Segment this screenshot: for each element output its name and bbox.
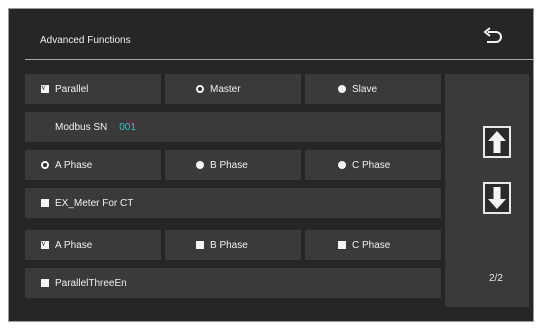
modbus-sn-value[interactable]: 001 — [119, 122, 136, 133]
header-divider — [25, 59, 533, 60]
master-radio[interactable]: Master — [165, 74, 301, 104]
radio-selected-icon — [196, 85, 204, 93]
checkbox-unchecked-icon — [41, 279, 49, 287]
ct-c-label: C Phase — [352, 239, 391, 251]
phase-a-label: A Phase — [55, 159, 93, 171]
parallel-three-en-checkbox[interactable]: ParallelThreeEn — [25, 268, 441, 298]
phase-c-label: C Phase — [352, 159, 391, 171]
ct-b-checkbox[interactable]: B Phase — [165, 230, 301, 260]
arrow-down-icon[interactable] — [483, 182, 511, 214]
advanced-functions-screen: Advanced Functions Parallel Master Slave… — [8, 8, 534, 322]
checkbox-unchecked-icon — [196, 241, 204, 249]
parallel-checkbox[interactable]: Parallel — [25, 74, 161, 104]
checkbox-checked-icon — [41, 238, 49, 250]
radio-unselected-icon — [338, 161, 346, 169]
return-arrow-icon[interactable] — [481, 27, 505, 49]
phase-b-label: B Phase — [210, 159, 248, 171]
slave-label: Slave — [352, 83, 378, 95]
phase-c-radio[interactable]: C Phase — [305, 150, 441, 180]
ct-a-label: A Phase — [55, 239, 93, 251]
parallel-three-en-label: ParallelThreeEn — [55, 277, 127, 289]
parallel-label: Parallel — [55, 83, 89, 95]
modbus-sn-row[interactable]: Modbus SN 001 — [25, 112, 441, 142]
header: Advanced Functions — [9, 9, 535, 67]
checkbox-unchecked-icon — [338, 241, 346, 249]
ex-meter-label: EX_Meter For CT — [55, 197, 134, 209]
checkbox-checked-icon — [41, 82, 49, 94]
ct-c-checkbox[interactable]: C Phase — [305, 230, 441, 260]
phase-b-radio[interactable]: B Phase — [165, 150, 301, 180]
page-title: Advanced Functions — [40, 35, 131, 46]
ex-meter-checkbox[interactable]: EX_Meter For CT — [25, 188, 441, 218]
ct-a-checkbox[interactable]: A Phase — [25, 230, 161, 260]
modbus-sn-label: Modbus SN — [55, 121, 108, 133]
ct-b-label: B Phase — [210, 239, 248, 251]
page-indicator: 2/2 — [489, 273, 503, 284]
arrow-up-icon[interactable] — [483, 126, 511, 158]
checkbox-unchecked-icon — [41, 199, 49, 207]
phase-a-radio[interactable]: A Phase — [25, 150, 161, 180]
radio-unselected-icon — [196, 161, 204, 169]
radio-selected-icon — [41, 161, 49, 169]
slave-radio[interactable]: Slave — [305, 74, 441, 104]
radio-unselected-icon — [338, 85, 346, 93]
master-label: Master — [210, 83, 241, 95]
